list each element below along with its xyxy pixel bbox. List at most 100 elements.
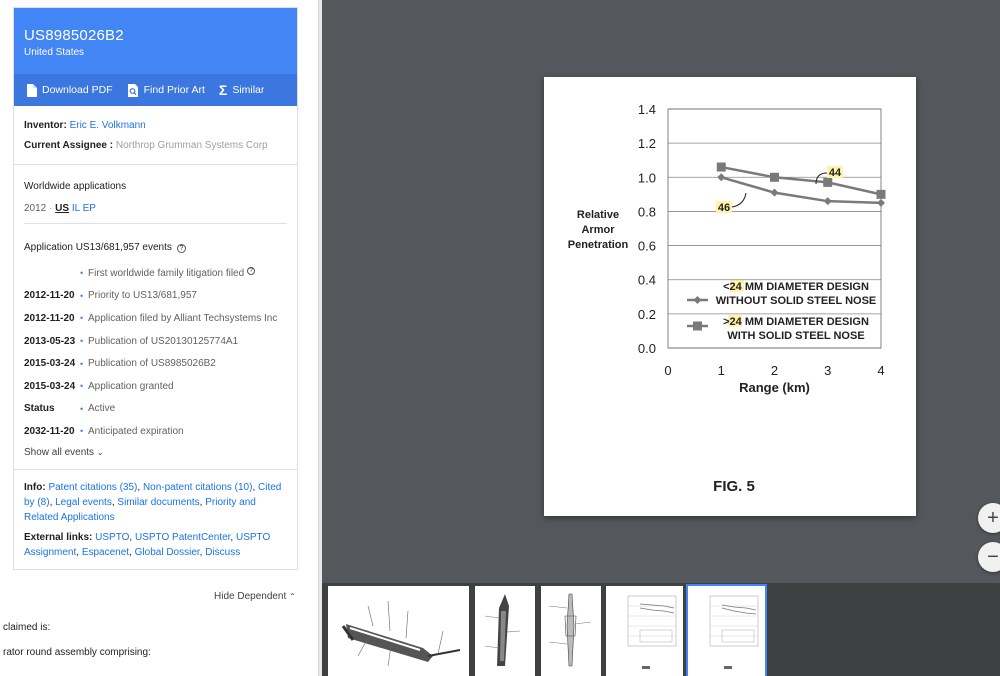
info-section: Info: Patent citations (35), Non-patent … xyxy=(14,470,297,560)
legend-line2: WITH SOLID STEEL NOSE xyxy=(727,330,864,342)
x-tick-label: 3 xyxy=(824,363,831,378)
figure-page: 0.0 0.2 0.4 0.6 0.8 1.0 1.2 1.4 0 1 2 3 4 Range (km) R… xyxy=(544,77,916,516)
find-prior-art-label: Find Prior Art xyxy=(143,84,205,96)
thumbnail-fig1[interactable] xyxy=(328,586,469,676)
event-row: 2013-05-23 • Publication of US20130125774A… xyxy=(24,330,287,353)
zoom-out-button[interactable]: − xyxy=(978,542,1000,572)
help-icon[interactable]: ? xyxy=(176,243,186,253)
similar-button[interactable]: Σ Similar xyxy=(219,82,265,98)
data-point-square xyxy=(770,172,779,182)
fig5-chart: 0.0 0.2 0.4 0.6 0.8 1.0 1.2 1.4 0 1 2 3 4 Range (km) R… xyxy=(568,102,886,495)
event-row: Status • Active xyxy=(24,398,287,421)
data-point-diamond xyxy=(770,188,779,197)
event-dot: • xyxy=(80,381,84,392)
external-link[interactable]: Global Dossier xyxy=(135,547,200,558)
event-row: • First worldwide family litigation filed… xyxy=(24,262,287,285)
thumbnail-fig3[interactable] xyxy=(541,586,601,676)
event-text: Application granted xyxy=(88,380,174,392)
info-links: Info: Patent citations (35), Non-patent … xyxy=(24,481,282,523)
chart-thumb-fig4 xyxy=(627,595,677,669)
claim-1-text: rator round assembly comprising: xyxy=(3,647,151,658)
x-axis-label: Range (km) xyxy=(739,380,810,395)
patent-number: US8985026B2 xyxy=(24,27,124,44)
links-link[interactable]: Legal events xyxy=(55,497,112,508)
worldwide-title: Worldwide applications xyxy=(24,181,127,192)
country-us[interactable]: US xyxy=(55,203,69,214)
help-icon[interactable]: ? xyxy=(247,267,256,276)
people-section: Inventor: Eric E. Volkmann Current Assig… xyxy=(14,106,297,165)
external-links-label: External links: xyxy=(24,531,93,543)
callout-46: 46 xyxy=(718,202,730,214)
worldwide-section: Worldwide applications 2012 · US IL EP xyxy=(14,165,297,232)
country-ep[interactable]: EP xyxy=(83,203,96,214)
figure-label: FIG. 5 xyxy=(713,478,755,495)
links-link[interactable]: Patent citations (35) xyxy=(48,482,137,493)
event-list: • First worldwide family litigation filed… xyxy=(24,262,287,443)
download-pdf-label: Download PDF xyxy=(42,84,113,96)
hide-dependent-button[interactable]: Hide Dependent ⌃ xyxy=(214,591,296,602)
series-line xyxy=(721,165,882,196)
y-axis-label: Armor xyxy=(581,224,615,236)
event-text: Application filed by Alliant Techsystems… xyxy=(88,312,278,324)
y-tick-label: 1.0 xyxy=(638,170,656,185)
external-link[interactable]: USPTO xyxy=(95,532,129,543)
data-point-square xyxy=(823,177,833,187)
inventor-label: Inventor: xyxy=(24,120,67,131)
event-dot: • xyxy=(80,290,84,301)
events-title: Application US13/681,957 events xyxy=(24,242,172,253)
inventor-link[interactable]: Eric E. Volkmann xyxy=(70,120,146,131)
worldwide-year: 2012 xyxy=(24,203,47,214)
pdf-icon xyxy=(27,83,37,97)
patent-card: US8985026B2 United States Download PDF F… xyxy=(13,7,298,570)
external-link[interactable]: Espacenet xyxy=(82,547,129,558)
event-text: Anticipated expiration xyxy=(88,425,184,437)
find-prior-art-button[interactable]: Find Prior Art xyxy=(127,83,205,97)
chart-thumb-fig5 xyxy=(709,595,759,669)
event-date: 2013-05-23 xyxy=(24,335,76,347)
event-date: Status xyxy=(24,403,55,415)
show-all-events-label: Show all events xyxy=(24,446,95,458)
links-link[interactable]: Similar documents xyxy=(117,497,199,508)
external-link[interactable]: USPTO PatentCenter xyxy=(135,532,230,543)
similar-label: Similar xyxy=(232,84,265,96)
event-text: Priority to US13/681,957 xyxy=(88,290,197,302)
external-links: External links: USPTO, USPTO PatentCente… xyxy=(24,531,271,558)
y-tick-label: 0.4 xyxy=(638,273,656,288)
country-il[interactable]: IL xyxy=(72,203,80,214)
plot-frame xyxy=(667,108,882,349)
thumbnail-fig4[interactable] xyxy=(606,586,683,676)
hide-dependent-label: Hide Dependent xyxy=(214,591,287,602)
legend-text: >24 MM DIAMETER DESIGN xyxy=(723,316,869,328)
event-row: 2032-11-20 • Anticipated expiration xyxy=(24,420,287,443)
event-date: 2012-11-20 xyxy=(24,312,75,324)
event-text: Publication of US8985026B2 xyxy=(88,358,216,370)
x-tick-label: 0 xyxy=(664,363,671,378)
thumbnail-fig5[interactable] xyxy=(686,584,767,676)
download-pdf-button[interactable]: Download PDF xyxy=(26,83,113,97)
event-row: 2015-03-24 • Publication of US8985026B2 xyxy=(24,352,287,375)
event-date: 2012-11-20 xyxy=(24,290,75,302)
plus-icon: + xyxy=(987,506,999,529)
event-dot: • xyxy=(80,358,84,369)
event-dot: • xyxy=(80,313,84,324)
chevron-down-icon: ⌄ xyxy=(96,447,104,457)
event-dot: • xyxy=(80,426,84,437)
projectile-drawing-thumb xyxy=(341,600,461,667)
event-date: 2015-03-24 xyxy=(24,358,76,370)
projectile-side-thumb xyxy=(484,594,521,666)
assignee-label: Current Assignee : xyxy=(24,140,114,151)
figure-viewer: 0.0 0.2 0.4 0.6 0.8 1.0 1.2 1.4 0 1 2 3 4 Range (km) R… xyxy=(322,0,1000,583)
callout-leader xyxy=(731,192,747,208)
event-row: 2012-11-20 • Application filed by Alliant … xyxy=(24,307,287,330)
callout-44: 44 xyxy=(829,167,842,179)
external-link[interactable]: Discuss xyxy=(205,547,240,558)
event-dot: • xyxy=(80,268,84,279)
show-all-events-button[interactable]: Show all events ⌄ xyxy=(24,443,287,463)
y-tick-label: 0.6 xyxy=(638,239,656,254)
y-tick-label: 0.2 xyxy=(638,307,656,322)
thumbnail-fig2[interactable] xyxy=(475,586,535,676)
zoom-in-button[interactable]: + xyxy=(978,503,1000,533)
links-link[interactable]: Non-patent citations (10) xyxy=(143,482,253,493)
assignee-value: Northrop Grumman Systems Corp xyxy=(115,140,268,151)
events-section: Application US13/681,957 events ? • First… xyxy=(14,232,297,470)
